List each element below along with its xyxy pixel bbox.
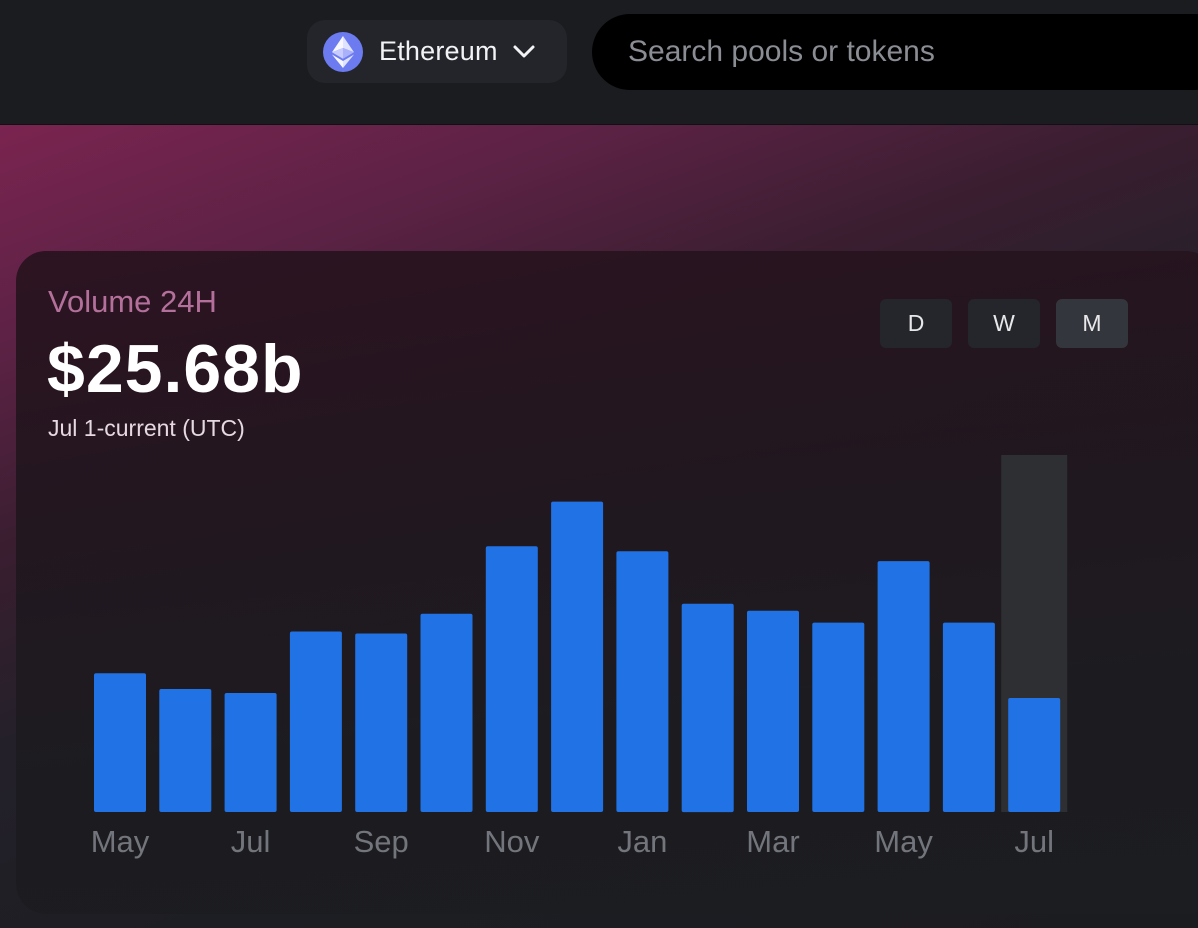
volume-bar-may[interactable]	[94, 673, 146, 812]
x-tick-label: Mar	[746, 824, 799, 859]
volume-bar-apr[interactable]	[812, 622, 865, 812]
volume-bar-jun[interactable]	[159, 689, 212, 812]
x-tick-label: Jul	[231, 824, 271, 859]
volume-bar-aug[interactable]	[289, 631, 342, 813]
x-tick-label: May	[91, 824, 150, 859]
volume-bar-mar[interactable]	[747, 610, 799, 812]
volume-bar-jun[interactable]	[942, 622, 995, 812]
volume-bar-dec[interactable]	[551, 501, 604, 812]
volume-bar-feb[interactable]	[681, 603, 734, 813]
volume-bar-chart[interactable]: May Jul Sep Nov Jan Mar May Jul	[0, 0, 1198, 928]
x-tick-label: Jul	[1014, 824, 1054, 859]
volume-bar-sep[interactable]	[355, 633, 408, 813]
volume-bar-jul[interactable]	[224, 693, 277, 812]
x-tick-label: Jan	[617, 824, 667, 859]
volume-bar-oct[interactable]	[420, 613, 473, 812]
x-tick-label: Nov	[484, 824, 540, 859]
x-tick-label: May	[874, 824, 933, 859]
volume-bar-nov[interactable]	[485, 546, 538, 812]
x-tick-label: Sep	[354, 824, 409, 859]
volume-bar-may[interactable]	[877, 561, 930, 812]
volume-bar-jan[interactable]	[616, 551, 669, 812]
volume-bar-jul[interactable]	[1008, 698, 1061, 812]
